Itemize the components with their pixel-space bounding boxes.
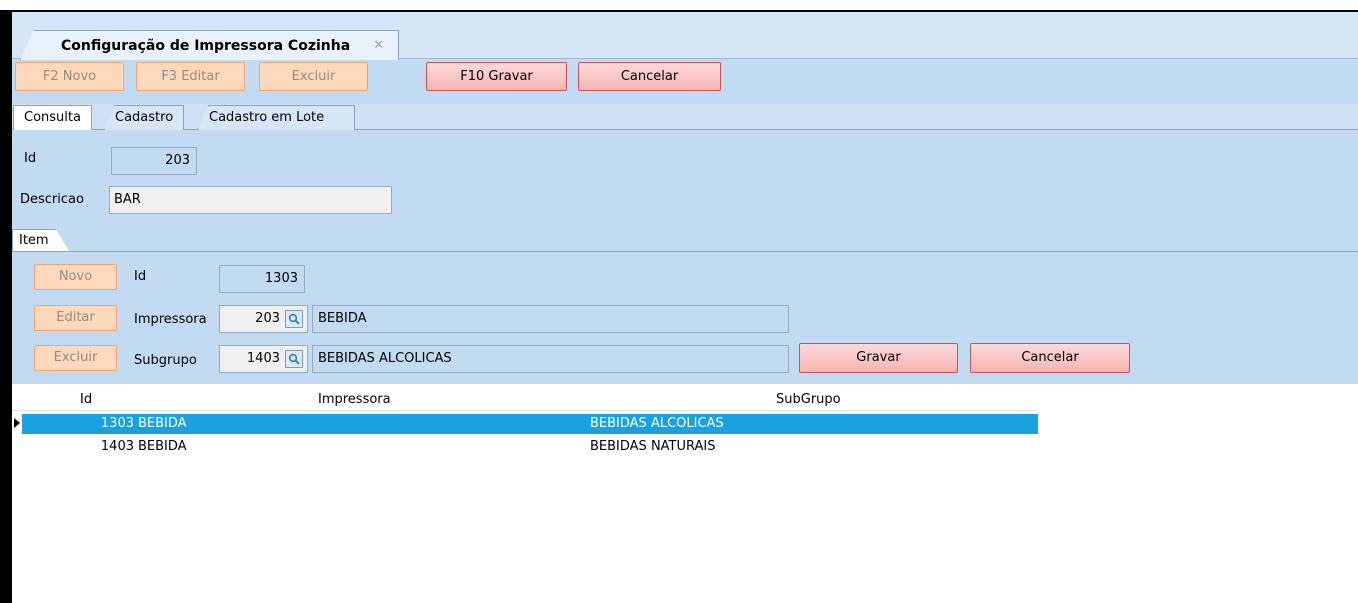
cell-impressora: BEBIDA — [138, 439, 187, 454]
item-id-label: Id — [134, 269, 147, 284]
item-delete-button[interactable]: Excluir — [34, 345, 117, 371]
impressora-name-field: BEBIDA — [312, 305, 789, 333]
window-top-edge — [0, 0, 1358, 12]
tab-cadastro-em-lote[interactable]: Cadastro em Lote — [198, 105, 356, 130]
table-row[interactable]: 1303 BEBIDA BEBIDAS ALCOLICAS — [22, 414, 1038, 434]
impressora-lookup-button[interactable] — [285, 310, 303, 328]
subgrupo-name-field: BEBIDAS ALCOLICAS — [312, 345, 789, 373]
item-edit-button[interactable]: Editar — [34, 305, 117, 331]
item-new-button[interactable]: Novo — [34, 264, 117, 290]
cell-subgrupo: BEBIDAS ALCOLICAS — [590, 416, 724, 431]
subgrupo-lookup-button[interactable] — [285, 350, 303, 368]
item-save-button[interactable]: Gravar — [799, 343, 958, 373]
column-header-subgrupo[interactable]: SubGrupo — [776, 391, 841, 409]
save-button[interactable]: F10 Gravar — [426, 62, 567, 91]
id-field: 203 — [111, 147, 197, 175]
column-header-id[interactable]: Id — [80, 391, 92, 409]
magnifier-icon — [288, 313, 300, 325]
subgrupo-label: Subgrupo — [134, 353, 197, 368]
cell-id: 1403 — [100, 439, 134, 454]
tab-cadastro[interactable]: Cadastro — [104, 105, 185, 130]
window-left-edge — [0, 0, 12, 603]
cell-id: 1303 — [100, 416, 134, 431]
row-indicator — [12, 413, 22, 433]
edit-button[interactable]: F3 Editar — [136, 62, 245, 91]
triangle-right-icon — [14, 418, 20, 428]
item-cancel-button[interactable]: Cancelar — [970, 343, 1130, 373]
document-tab-title: Configuração de Impressora Cozinha — [61, 38, 351, 54]
descricao-label: Descricao — [20, 192, 84, 207]
table-row[interactable]: 1403 BEBIDA BEBIDAS NATURAIS — [22, 437, 1038, 457]
cell-impressora: BEBIDA — [138, 416, 187, 431]
magnifier-icon — [288, 353, 300, 365]
id-label: Id — [24, 151, 37, 166]
cancel-button[interactable]: Cancelar — [578, 62, 721, 91]
new-button[interactable]: F2 Novo — [15, 62, 124, 91]
item-id-field: 1303 — [219, 265, 305, 293]
item-tab-divider — [12, 251, 1358, 252]
tab-consulta[interactable]: Consulta — [13, 105, 92, 130]
cell-subgrupo: BEBIDAS NATURAIS — [590, 439, 716, 454]
grid-header — [12, 389, 1038, 411]
impressora-label: Impressora — [134, 312, 207, 327]
document-tab[interactable]: Configuração de Impressora Cozinha ✕ — [20, 30, 400, 60]
close-icon[interactable]: ✕ — [373, 31, 384, 60]
column-header-impressora[interactable]: Impressora — [318, 391, 391, 409]
delete-button[interactable]: Excluir — [259, 62, 368, 91]
descricao-input[interactable]: BAR — [109, 186, 392, 214]
